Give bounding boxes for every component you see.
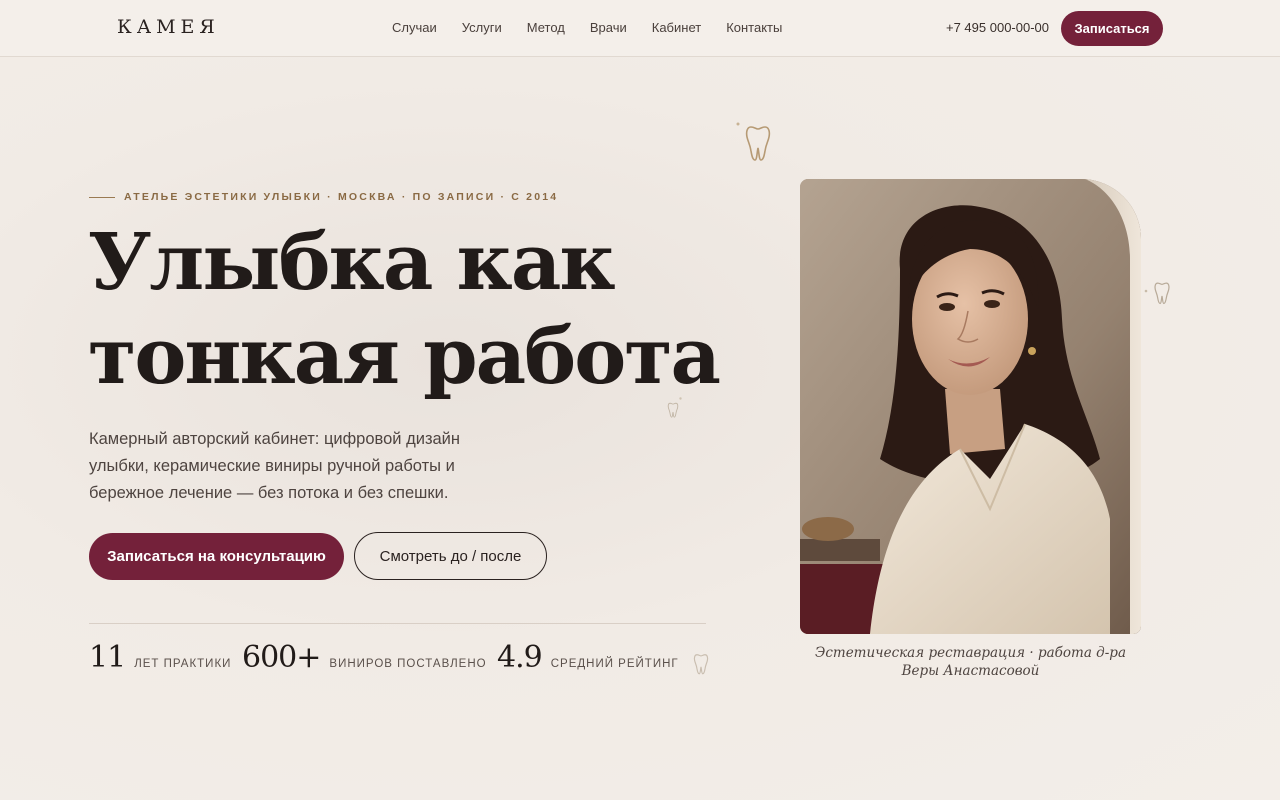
tooth-icon bbox=[745, 126, 771, 161]
hero-eyebrow: АТЕЛЬЕ ЭСТЕТИКИ УЛЫБКИ · МОСКВА · ПО ЗАП… bbox=[124, 191, 559, 203]
stat-veneers: 600+ ВИНИРОВ ПОСТАВЛЕНО bbox=[242, 640, 487, 675]
stat-label: СРЕДНИЙ РЕЙТИНГ bbox=[550, 658, 679, 670]
sparkle-icon bbox=[1144, 289, 1148, 293]
hero-title: Улыбка как тонкая работа bbox=[88, 216, 728, 404]
hero-lead: Камерный авторский кабинет: цифровой диз… bbox=[89, 430, 461, 502]
tooth-icon bbox=[1154, 282, 1170, 305]
doctor-photo bbox=[800, 179, 1141, 634]
stat-label: ЛЕТ ПРАКТИКИ bbox=[134, 658, 232, 670]
tooth-icon bbox=[667, 402, 679, 418]
portrait-illustration bbox=[800, 179, 1141, 634]
before-after-button[interactable]: Смотреть до / после bbox=[354, 532, 547, 580]
sparkle-icon bbox=[736, 122, 740, 126]
header-book-button[interactable]: Записаться bbox=[1061, 11, 1163, 46]
site-header: КАМЕЯ Случаи Услуги Метод Врачи Кабинет … bbox=[0, 0, 1280, 57]
photo-caption: Эстетическая реставрация · работа д-ра В… bbox=[815, 645, 1126, 679]
nav-item-doctors[interactable]: Врачи bbox=[590, 20, 627, 35]
main-nav: Случаи Услуги Метод Врачи Кабинет Контак… bbox=[392, 20, 782, 35]
nav-item-method[interactable]: Метод bbox=[527, 20, 565, 35]
stat-label: ВИНИРОВ ПОСТАВЛЕНО bbox=[329, 658, 487, 670]
tooth-icon bbox=[693, 654, 709, 675]
stat-rating: 4.9 СРЕДНИЙ РЕЙТИНГ bbox=[497, 640, 679, 675]
nav-item-contacts[interactable]: Контакты bbox=[726, 20, 782, 35]
eyebrow-divider bbox=[89, 197, 115, 198]
stat-years: 11 ЛЕТ ПРАКТИКИ bbox=[89, 640, 231, 675]
stat-value: 4.9 bbox=[497, 640, 543, 675]
hero-title-line-2: тонкая работа bbox=[88, 311, 721, 402]
logo[interactable]: КАМЕЯ bbox=[117, 16, 220, 38]
stat-value: 11 bbox=[89, 640, 126, 675]
nav-item-cases[interactable]: Случаи bbox=[392, 20, 437, 35]
phone-link[interactable]: +7 495 000-00-00 bbox=[946, 20, 1049, 35]
hero-title-line-1: Улыбка как bbox=[88, 217, 616, 308]
stats-divider bbox=[89, 623, 706, 624]
sparkle-icon bbox=[679, 397, 682, 400]
nav-item-office[interactable]: Кабинет bbox=[652, 20, 701, 35]
book-consultation-button[interactable]: Записаться на консультацию bbox=[89, 533, 344, 580]
stat-value: 600+ bbox=[242, 640, 321, 675]
nav-item-services[interactable]: Услуги bbox=[462, 20, 502, 35]
